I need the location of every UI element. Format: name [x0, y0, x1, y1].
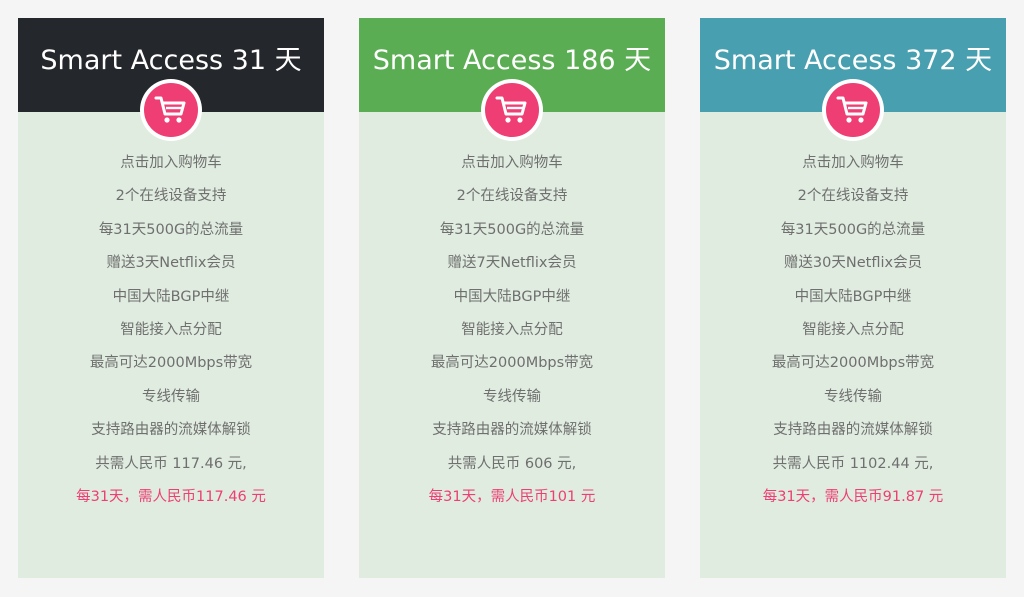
- total-price: 共需人民币 606 元,: [447, 455, 577, 472]
- cart-badge-circle: [485, 83, 539, 137]
- feature-smart-access-point: 智能接入点分配: [461, 321, 563, 338]
- total-price: 共需人民币 1102.44 元,: [772, 455, 934, 472]
- feature-router-streaming: 支持路由器的流媒体解锁: [773, 422, 933, 439]
- feature-list: 点击加入购物车 2个在线设备支持 每31天500G的总流量 赠送7天Netfli…: [359, 151, 665, 518]
- feature-devices: 2个在线设备支持: [797, 188, 909, 205]
- add-to-cart-button[interactable]: [140, 79, 202, 141]
- cart-badge-circle: [144, 83, 198, 137]
- feature-traffic: 每31天500G的总流量: [98, 221, 244, 238]
- plan-title: Smart Access 372 天: [713, 45, 993, 76]
- plan-card-372-days: Smart Access 372 天 点击加入购物车 2个在线设备支持 每31天…: [700, 18, 1006, 578]
- feature-dedicated-line: 专线传输: [824, 388, 882, 405]
- feature-bgp-relay: 中国大陆BGP中继: [453, 288, 571, 305]
- feature-bgp-relay: 中国大陆BGP中继: [112, 288, 230, 305]
- shopping-cart-icon: [836, 96, 868, 123]
- plan-title: Smart Access 31 天: [40, 45, 302, 76]
- monthly-price: 每31天，需人民币117.46 元: [76, 488, 266, 505]
- feature-netflix: 赠送3天Netflix会员: [106, 255, 236, 272]
- feature-add-to-cart[interactable]: 点击加入购物车: [18, 151, 324, 184]
- monthly-price: 每31天，需人民币91.87 元: [762, 488, 944, 505]
- shopping-cart-icon: [495, 96, 527, 123]
- feature-traffic: 每31天500G的总流量: [439, 221, 585, 238]
- feature-bandwidth: 最高可达2000Mbps带宽: [89, 355, 253, 372]
- feature-bandwidth: 最高可达2000Mbps带宽: [771, 355, 935, 372]
- feature-dedicated-line: 专线传输: [483, 388, 541, 405]
- feature-bandwidth: 最高可达2000Mbps带宽: [430, 355, 594, 372]
- feature-smart-access-point: 智能接入点分配: [802, 321, 904, 338]
- feature-traffic: 每31天500G的总流量: [780, 221, 926, 238]
- shopping-cart-icon: [154, 96, 186, 123]
- feature-devices: 2个在线设备支持: [456, 188, 568, 205]
- feature-list: 点击加入购物车 2个在线设备支持 每31天500G的总流量 赠送3天Netfli…: [18, 151, 324, 518]
- feature-dedicated-line: 专线传输: [142, 388, 200, 405]
- plan-title: Smart Access 186 天: [372, 45, 652, 76]
- add-to-cart-button[interactable]: [481, 79, 543, 141]
- feature-bgp-relay: 中国大陆BGP中继: [794, 288, 912, 305]
- pricing-plans: Smart Access 31 天 点击加入购物车 2个在线设备支持 每31天5…: [0, 0, 1024, 597]
- feature-netflix: 赠送30天Netflix会员: [783, 255, 923, 272]
- feature-add-to-cart[interactable]: 点击加入购物车: [700, 151, 1006, 184]
- feature-smart-access-point: 智能接入点分配: [120, 321, 222, 338]
- feature-router-streaming: 支持路由器的流媒体解锁: [91, 422, 251, 439]
- feature-list: 点击加入购物车 2个在线设备支持 每31天500G的总流量 赠送30天Netfl…: [700, 151, 1006, 518]
- plan-card-31-days: Smart Access 31 天 点击加入购物车 2个在线设备支持 每31天5…: [18, 18, 324, 578]
- monthly-price: 每31天，需人民币101 元: [428, 488, 596, 505]
- feature-router-streaming: 支持路由器的流媒体解锁: [432, 422, 592, 439]
- feature-add-to-cart[interactable]: 点击加入购物车: [359, 151, 665, 184]
- cart-badge-circle: [826, 83, 880, 137]
- total-price: 共需人民币 117.46 元,: [95, 455, 247, 472]
- feature-devices: 2个在线设备支持: [115, 188, 227, 205]
- add-to-cart-button[interactable]: [822, 79, 884, 141]
- plan-card-186-days: Smart Access 186 天 点击加入购物车 2个在线设备支持 每31天…: [359, 18, 665, 578]
- feature-netflix: 赠送7天Netflix会员: [447, 255, 577, 272]
